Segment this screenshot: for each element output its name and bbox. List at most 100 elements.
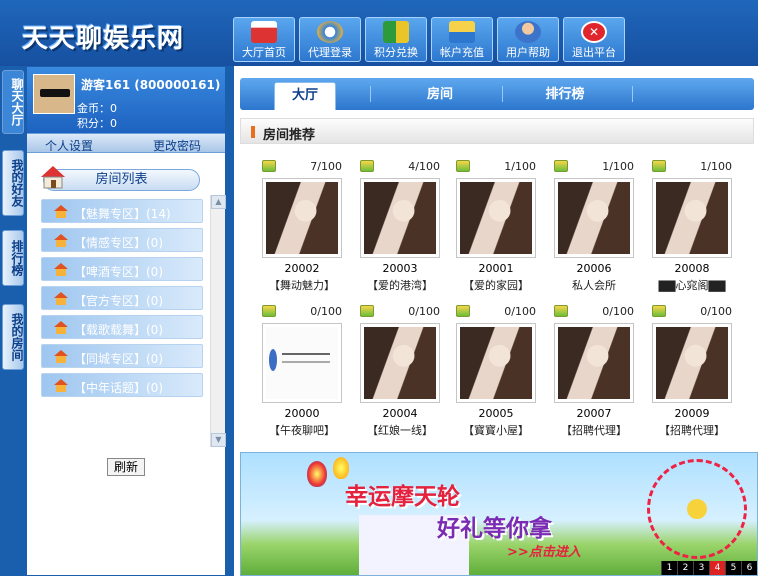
- banner-pager: 1 2 3 4 5 6: [661, 561, 757, 575]
- room-category-label: 【官方专区】(0): [74, 294, 163, 308]
- banner-cta[interactable]: >>点击进入: [507, 541, 581, 560]
- nav-button-agent-login[interactable]: 代理登录: [299, 17, 361, 62]
- room-category-item[interactable]: 【魅舞专区】(14): [41, 199, 203, 223]
- room-category-label: 【载歌载舞】(0): [74, 323, 163, 337]
- room-name[interactable]: 【招聘代理】: [548, 422, 640, 438]
- room-card[interactable]: 0/100 20005 【寳寳小屋】: [456, 305, 536, 443]
- ferris-wheel-icon: [647, 459, 747, 559]
- house-icon: [251, 21, 277, 43]
- nav-button-account-recharge[interactable]: 帐户充值: [431, 17, 493, 62]
- room-name[interactable]: 【招聘代理】: [646, 422, 738, 438]
- room-occupancy: 1/100: [700, 160, 732, 173]
- room-thumbnail[interactable]: [262, 323, 342, 403]
- house-icon: [41, 166, 65, 189]
- gift-box-icon: [383, 21, 409, 43]
- room-thumbnail[interactable]: [554, 178, 634, 258]
- room-card[interactable]: 1/100 20006 私人会所: [554, 160, 634, 298]
- room-name[interactable]: ▇▇心窕阁▇▇: [646, 277, 738, 293]
- room-occupancy: 0/100: [310, 305, 342, 318]
- scroll-up-button[interactable]: ▲: [211, 195, 226, 209]
- room-thumbnail[interactable]: [360, 323, 440, 403]
- room-status-icon: [652, 160, 666, 172]
- house-icon: [54, 321, 68, 334]
- change-password-link[interactable]: 更改密码: [153, 137, 201, 154]
- banner-page-5[interactable]: 5: [725, 561, 741, 575]
- main-content: 大厅 房间 排行榜 房间推荐 7/100 20002 【舞动魅力】 4/100 2000…: [234, 66, 758, 576]
- room-category-item[interactable]: 【中年话题】(0): [41, 373, 203, 397]
- room-category-item[interactable]: 【情感专区】(0): [41, 228, 203, 252]
- room-card[interactable]: 4/100 20003 【爱的港湾】: [360, 160, 440, 298]
- banner-page-4[interactable]: 4: [709, 561, 725, 575]
- room-category-item[interactable]: 【啤酒专区】(0): [41, 257, 203, 281]
- house-icon: [54, 205, 68, 218]
- tab-ranking[interactable]: 排行榜: [520, 82, 610, 110]
- room-thumbnail[interactable]: [262, 178, 342, 258]
- room-occupancy: 0/100: [408, 305, 440, 318]
- room-name[interactable]: 【舞动魅力】: [256, 277, 348, 293]
- room-number: 20000: [284, 407, 320, 420]
- ie-globe-icon: [317, 21, 343, 43]
- tab-rooms[interactable]: 房间: [390, 82, 490, 110]
- room-card[interactable]: 0/100 20004 【红娘一线】: [360, 305, 440, 443]
- room-name[interactable]: 【午夜聊吧】: [256, 422, 348, 438]
- room-card[interactable]: 1/100 20001 【爱的家园】: [456, 160, 536, 298]
- room-occupancy: 4/100: [408, 160, 440, 173]
- room-list-scrollbar[interactable]: ▲ ▼: [210, 195, 226, 447]
- scroll-down-button[interactable]: ▼: [211, 433, 226, 447]
- banner-page-2[interactable]: 2: [677, 561, 693, 575]
- room-category-label: 【啤酒专区】(0): [74, 265, 163, 279]
- user-gold: 金币：0: [77, 102, 117, 115]
- room-card[interactable]: 0/100 20007 【招聘代理】: [554, 305, 634, 443]
- user-info-box: 游客161 (800000161) 金币：0 积分：0: [27, 67, 225, 133]
- room-status-icon: [456, 160, 470, 172]
- house-icon: [54, 379, 68, 392]
- nav-button-user-help[interactable]: 用户帮助: [497, 17, 559, 62]
- room-category-item[interactable]: 【载歌载舞】(0): [41, 315, 203, 339]
- site-logo: 天天聊娱乐网: [22, 24, 185, 54]
- room-thumbnail[interactable]: [456, 178, 536, 258]
- room-thumbnail[interactable]: [652, 323, 732, 403]
- room-thumbnail[interactable]: [456, 323, 536, 403]
- nav-button-exit-platform[interactable]: ✕ 退出平台: [563, 17, 625, 62]
- room-thumbnail[interactable]: [360, 178, 440, 258]
- room-card[interactable]: 1/100 20008 ▇▇心窕阁▇▇: [652, 160, 732, 298]
- refresh-button[interactable]: 刷新: [107, 458, 145, 476]
- section-header: 房间推荐: [240, 118, 754, 144]
- tab-lobby[interactable]: 大厅: [274, 82, 336, 110]
- room-name[interactable]: 【爱的家园】: [450, 277, 542, 293]
- room-category-item[interactable]: 【官方专区】(0): [41, 286, 203, 310]
- side-tab-chat-lobby[interactable]: 聊天大厅: [2, 70, 24, 134]
- room-thumbnail[interactable]: [554, 323, 634, 403]
- side-tab-my-room[interactable]: 我的房间: [2, 304, 24, 370]
- banner-page-6[interactable]: 6: [741, 561, 757, 575]
- room-name[interactable]: 【红娘一线】: [354, 422, 446, 438]
- room-number: 20001: [478, 262, 514, 275]
- room-card[interactable]: 0/100 20009 【招聘代理】: [652, 305, 732, 443]
- user-name: 游客161 (800000161): [81, 78, 221, 92]
- room-number: 20006: [576, 262, 612, 275]
- room-occupancy: 1/100: [602, 160, 634, 173]
- room-list-header[interactable]: 房间列表: [41, 166, 200, 191]
- promo-banner[interactable]: 幸运摩天轮 好礼等你拿 >>点击进入 1 2 3 4 5 6: [240, 452, 758, 576]
- room-name[interactable]: 【寳寳小屋】: [450, 422, 542, 438]
- banner-page-3[interactable]: 3: [693, 561, 709, 575]
- left-panel: 游客161 (800000161) 金币：0 积分：0 个人设置 更改密码 房间…: [26, 66, 226, 576]
- side-tab-my-friends[interactable]: 我的好友: [2, 150, 24, 216]
- house-icon: [54, 350, 68, 363]
- user-actions-bar: 个人设置 更改密码: [27, 133, 225, 153]
- side-tab-ranking[interactable]: 排行榜: [2, 230, 24, 286]
- room-thumbnail[interactable]: [652, 178, 732, 258]
- nav-button-points-exchange[interactable]: 积分兑换: [365, 17, 427, 62]
- main-tab-bar: 大厅 房间 排行榜: [240, 78, 754, 110]
- room-status-icon: [262, 305, 276, 317]
- nav-button-lobby-home[interactable]: 大厅首页: [233, 17, 295, 62]
- personal-settings-link[interactable]: 个人设置: [45, 137, 93, 154]
- room-name[interactable]: 【爱的港湾】: [354, 277, 446, 293]
- room-category-item[interactable]: 【同城专区】(0): [41, 344, 203, 368]
- room-status-icon: [360, 305, 374, 317]
- room-occupancy: 0/100: [504, 305, 536, 318]
- room-card[interactable]: 0/100 20000 【午夜聊吧】: [262, 305, 342, 443]
- room-name[interactable]: 私人会所: [548, 277, 640, 293]
- room-card[interactable]: 7/100 20002 【舞动魅力】: [262, 160, 342, 298]
- banner-page-1[interactable]: 1: [661, 561, 677, 575]
